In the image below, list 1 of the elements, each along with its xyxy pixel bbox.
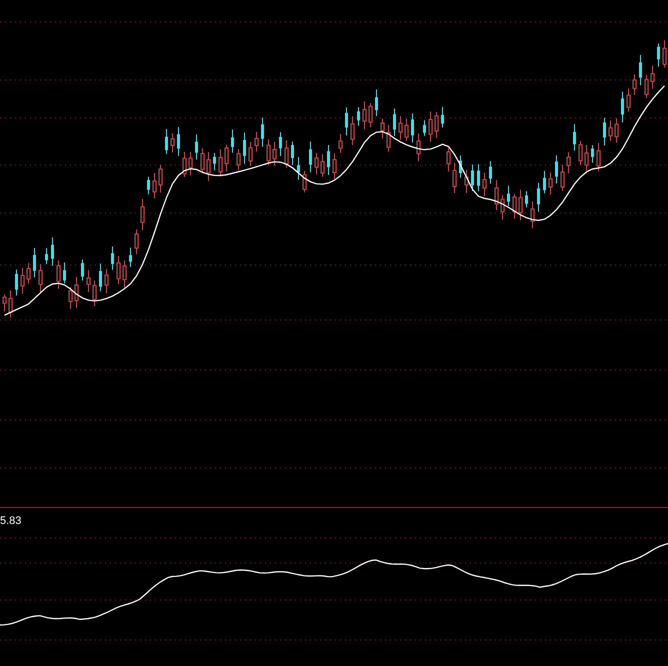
indicator-value: 5.83 <box>0 515 22 527</box>
